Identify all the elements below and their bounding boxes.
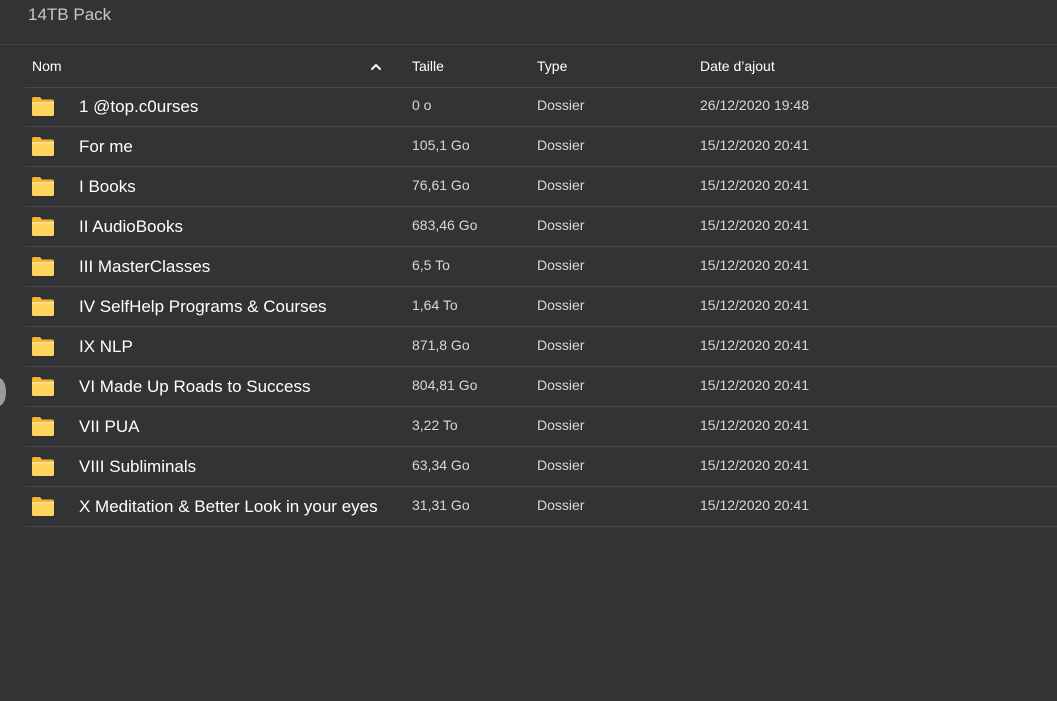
row-name: II AudioBooks xyxy=(79,217,183,236)
chevron-up-icon[interactable] xyxy=(369,60,383,74)
row-size: 871,8 Go xyxy=(412,337,470,353)
table-row[interactable]: IV SelfHelp Programs & Courses 1,64 To D… xyxy=(25,287,1057,327)
table-row[interactable]: X Meditation & Better Look in your eyes … xyxy=(25,487,1057,527)
folder-icon xyxy=(32,497,54,516)
folder-title: 14TB Pack xyxy=(28,5,112,24)
table-row[interactable]: 1 @top.c0urses 0 o Dossier 26/12/2020 19… xyxy=(25,87,1057,127)
row-name: IX NLP xyxy=(79,337,133,356)
column-header-name[interactable]: Nom xyxy=(32,45,62,87)
row-type: Dossier xyxy=(537,177,585,193)
row-date: 15/12/2020 20:41 xyxy=(700,337,809,353)
row-name: For me xyxy=(79,137,133,156)
folder-icon xyxy=(32,257,54,276)
row-type: Dossier xyxy=(537,257,585,273)
row-type: Dossier xyxy=(537,137,585,153)
row-name: VI Made Up Roads to Success xyxy=(79,377,311,396)
table-row[interactable]: I Books 76,61 Go Dossier 15/12/2020 20:4… xyxy=(25,167,1057,207)
row-type: Dossier xyxy=(537,457,585,473)
row-date: 15/12/2020 20:41 xyxy=(700,217,809,233)
row-date: 15/12/2020 20:41 xyxy=(700,297,809,313)
row-date: 26/12/2020 19:48 xyxy=(700,97,809,113)
row-date: 15/12/2020 20:41 xyxy=(700,457,809,473)
row-size: 804,81 Go xyxy=(412,377,478,393)
row-size: 6,5 To xyxy=(412,257,450,273)
row-size: 3,22 To xyxy=(412,417,458,433)
row-date: 15/12/2020 20:41 xyxy=(700,497,809,513)
row-size: 63,34 Go xyxy=(412,457,470,473)
folder-icon xyxy=(32,337,54,356)
row-type: Dossier xyxy=(537,97,585,113)
row-size: 76,61 Go xyxy=(412,177,470,193)
table-header: Nom Taille Type Date d’ajout xyxy=(0,45,1057,87)
row-name: VIII Subliminals xyxy=(79,457,197,476)
folder-icon xyxy=(32,417,54,436)
folder-icon xyxy=(32,457,54,476)
row-size: 105,1 Go xyxy=(412,137,470,153)
row-size: 683,46 Go xyxy=(412,217,478,233)
row-size: 0 o xyxy=(412,97,432,113)
table-row[interactable]: For me 105,1 Go Dossier 15/12/2020 20:41 xyxy=(25,127,1057,167)
row-size: 1,64 To xyxy=(412,297,458,313)
row-date: 15/12/2020 20:41 xyxy=(700,257,809,273)
folder-icon xyxy=(32,137,54,156)
row-date: 15/12/2020 20:41 xyxy=(700,137,809,153)
row-date: 15/12/2020 20:41 xyxy=(700,377,809,393)
table-row[interactable]: VI Made Up Roads to Success 804,81 Go Do… xyxy=(25,367,1057,407)
row-date: 15/12/2020 20:41 xyxy=(700,177,809,193)
row-type: Dossier xyxy=(537,497,585,513)
row-size: 31,31 Go xyxy=(412,497,470,513)
folder-icon xyxy=(32,177,54,196)
row-name: 1 @top.c0urses xyxy=(79,97,199,116)
folder-icon xyxy=(32,97,54,116)
row-name: III MasterClasses xyxy=(79,257,211,276)
row-type: Dossier xyxy=(537,377,585,393)
row-type: Dossier xyxy=(537,417,585,433)
file-list: 1 @top.c0urses 0 o Dossier 26/12/2020 19… xyxy=(25,87,1057,527)
table-row[interactable]: IX NLP 871,8 Go Dossier 15/12/2020 20:41 xyxy=(25,327,1057,367)
side-panel-handle[interactable] xyxy=(0,378,6,406)
column-header-date[interactable]: Date d’ajout xyxy=(700,45,775,87)
table-row[interactable]: VIII Subliminals 63,34 Go Dossier 15/12/… xyxy=(25,447,1057,487)
folder-icon xyxy=(32,217,54,236)
column-header-size[interactable]: Taille xyxy=(412,45,444,87)
table-row[interactable]: III MasterClasses 6,5 To Dossier 15/12/2… xyxy=(25,247,1057,287)
row-type: Dossier xyxy=(537,337,585,353)
row-name: VII PUA xyxy=(79,417,140,436)
row-type: Dossier xyxy=(537,217,585,233)
folder-icon xyxy=(32,377,54,396)
folder-icon xyxy=(32,297,54,316)
row-type: Dossier xyxy=(537,297,585,313)
table-row[interactable]: II AudioBooks 683,46 Go Dossier 15/12/20… xyxy=(25,207,1057,247)
row-name: X Meditation & Better Look in your eyes xyxy=(79,497,378,516)
row-name: IV SelfHelp Programs & Courses xyxy=(79,297,327,316)
table-row[interactable]: VII PUA 3,22 To Dossier 15/12/2020 20:41 xyxy=(25,407,1057,447)
file-browser-window: 14TB Pack Nom Taille Type Date d’ajout 1… xyxy=(0,0,1057,701)
column-header-type[interactable]: Type xyxy=(537,45,567,87)
row-name: I Books xyxy=(79,177,136,196)
row-date: 15/12/2020 20:41 xyxy=(700,417,809,433)
